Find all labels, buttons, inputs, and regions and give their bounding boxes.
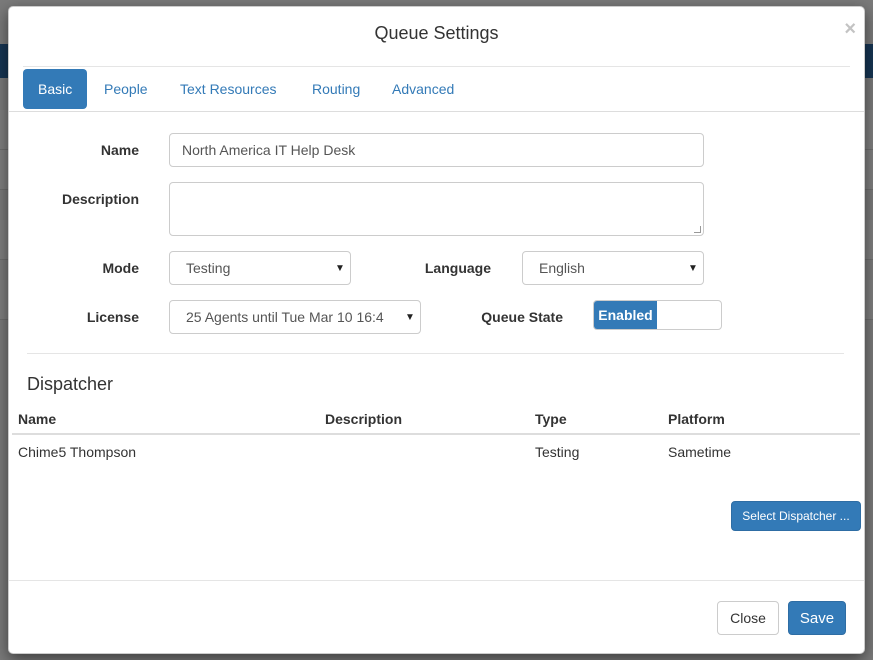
license-label: License [86,309,139,325]
column-header-type: Type [535,411,567,427]
queue-settings-dialog: Queue Settings × Basic People Text Resou… [8,6,865,654]
dropdown-arrow-icon: ▼ [688,262,698,274]
save-button[interactable]: Save [788,601,846,635]
section-divider [27,353,844,354]
tab-text-resources[interactable]: Text Resources [165,69,291,109]
close-button[interactable]: Close [717,601,779,635]
description-label: Description [61,191,139,207]
dropdown-arrow-icon: ▼ [335,262,345,274]
language-value: English [539,260,585,276]
license-value: 25 Agents until Tue Mar 10 16:4 [186,309,384,325]
dialog-header: Queue Settings × [23,7,856,67]
mode-label: Mode [102,260,139,276]
select-dispatcher-button[interactable]: Select Dispatcher ... [731,501,861,531]
tab-people[interactable]: People [89,69,163,109]
column-header-description: Description [325,411,403,427]
dispatcher-name-cell: Chime5 Thompson [18,444,137,460]
column-header-name: Name [18,411,57,427]
tab-routing[interactable]: Routing [297,69,375,109]
tab-advanced[interactable]: Advanced [377,69,469,109]
dialog-title: Queue Settings [374,23,499,43]
dropdown-arrow-icon: ▼ [405,311,415,323]
dispatcher-title: Dispatcher [27,374,114,394]
name-label: Name [100,142,139,158]
name-input[interactable]: North America IT Help Desk [169,133,704,167]
column-header-platform: Platform [668,411,725,427]
tab-basic[interactable]: Basic [23,69,88,109]
queue-state-label: Queue State [481,309,563,325]
dispatcher-type-cell: Testing [535,444,580,460]
footer-divider [9,580,864,581]
language-select[interactable]: English ▼ [522,251,704,285]
language-label: Language [424,260,491,276]
queue-state-enabled: Enabled [594,301,657,329]
license-select[interactable]: 25 Agents until Tue Mar 10 16:4 ▼ [169,300,421,334]
close-icon[interactable]: × [844,19,856,39]
queue-state-toggle[interactable]: Enabled [593,300,722,330]
description-textarea[interactable] [169,182,704,236]
resize-handle-icon[interactable] [694,226,701,233]
tab-bar: Basic People Text Resources Routing Adva… [9,69,864,112]
mode-select[interactable]: Testing ▼ [169,251,351,285]
mode-value: Testing [186,260,231,276]
table-header-divider [12,433,860,435]
dispatcher-platform-cell: Sametime [668,444,732,460]
